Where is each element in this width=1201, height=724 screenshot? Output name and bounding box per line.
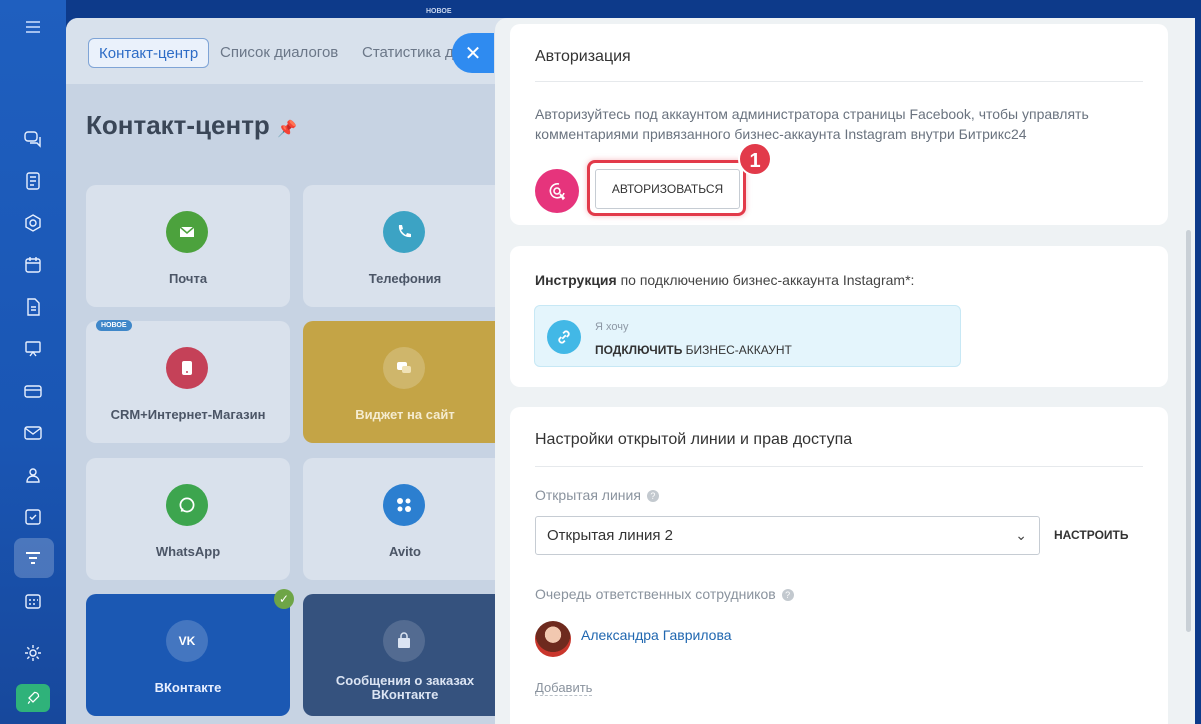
help-icon[interactable]: ? [646,490,659,502]
tile-label: ВКонтакте [154,680,222,695]
authorization-description: Авторизуйтесь под аккаунтом администрато… [535,106,1089,142]
tile-whatsapp[interactable]: WhatsApp [86,458,290,580]
instagram-settings-slider: Авторизация Авторизуйтесь под аккаунтом … [495,18,1195,724]
chat-icon[interactable] [20,126,46,152]
connected-check-icon: ✓ [274,589,294,609]
tile-label: Сообщения о заказах ВКонтакте [335,673,475,702]
phone-icon [383,211,425,253]
instruction-card: Инструкция по подключению бизнес-аккаунт… [510,246,1168,387]
link-small-text: Я хочу [595,321,629,333]
presentation-icon[interactable] [20,336,46,362]
queue-user-link[interactable]: Александра Гаврилова [581,627,732,643]
settings-title: Настройки открытой линии и прав доступа [535,431,853,448]
feed-icon[interactable] [20,168,46,194]
tile-avito[interactable]: Avito [303,458,507,580]
shop-icon [166,347,208,389]
tab-dialog-list[interactable]: Список диалогов [210,38,348,68]
instagram-icon [535,169,579,213]
tile-vk-orders[interactable]: Сообщения о заказах ВКонтакте [303,594,507,716]
background-contact-center-page: Контакт-центр Список диалогов Статистика… [66,18,526,724]
open-line-settings-card: Настройки открытой линии и прав доступа … [510,407,1168,724]
authorization-title: Авторизация [535,48,631,65]
new-badge: НОВОЕ [96,320,132,331]
open-line-label: Открытая линия? [535,487,659,503]
connect-business-account-link[interactable]: Я хочу ПОДКЛЮЧИТЬ БИЗНЕС-АККАУНТ [534,305,961,367]
tab-statistics[interactable]: Статистика д [352,38,464,68]
authorize-button[interactable]: АВТОРИЗОВАТЬСЯ [595,169,740,209]
users-icon[interactable] [20,462,46,488]
tile-telephony[interactable]: Телефония [303,185,507,307]
rocket-icon[interactable] [16,684,50,712]
chevron-down-icon: ⌄ [1015,527,1027,543]
hexagon-icon[interactable] [20,210,46,236]
close-icon: ✕ [464,42,482,65]
pin-icon[interactable]: 📌 [277,121,297,138]
avito-icon [383,484,425,526]
mail-icon[interactable] [20,420,46,446]
setup-button[interactable]: НАСТРОИТЬ [1054,528,1129,542]
document-icon[interactable] [20,294,46,320]
schedule-icon[interactable] [20,588,46,614]
scrollbar[interactable] [1186,230,1191,632]
contact-center-icon[interactable] [20,545,46,571]
add-employee-link[interactable]: Добавить [535,680,593,696]
divider [535,81,1143,82]
tile-mail[interactable]: Почта [86,185,290,307]
tile-label: Почта [168,271,208,286]
tile-label: WhatsApp [155,544,221,559]
step-number-badge: 1 [738,142,772,176]
page-title: Контакт-центр 📌 [86,110,297,140]
queue-label: Очередь ответственных сотрудников? [535,586,794,602]
tile-site-widget[interactable]: Виджет на сайт [303,321,507,443]
tile-crm-shop[interactable]: CRM+Интернет-Магазин [86,321,290,443]
top-new-tag: НОВОЕ [426,8,452,15]
hamburger-menu-icon[interactable] [20,14,46,40]
authorization-card: Авторизация Авторизуйтесь под аккаунтом … [510,24,1168,225]
open-line-select[interactable]: Открытая линия 2 ⌄ [535,516,1040,555]
close-slider-button[interactable]: ✕ [452,33,494,73]
avatar [535,621,571,657]
calendar-icon[interactable] [20,252,46,278]
whatsapp-icon [166,484,208,526]
vk-icon: VK [166,620,208,662]
widget-chat-icon [383,347,425,389]
tile-label: Avito [388,544,422,559]
tile-vkontakte[interactable]: VK ВКонтакте [86,594,290,716]
help-icon[interactable]: ? [781,589,794,601]
settings-gear-icon[interactable] [20,640,46,666]
left-icon-rail [0,0,66,724]
instruction-text: Инструкция по подключению бизнес-аккаунт… [535,272,915,288]
tile-label: Виджет на сайт [355,407,455,422]
link-main-text: ПОДКЛЮЧИТЬ БИЗНЕС-АККАУНТ [595,343,792,357]
shopping-bag-icon [383,620,425,662]
link-icon [547,320,581,354]
divider [535,466,1143,467]
tile-label: Телефония [368,271,442,286]
tab-contact-center[interactable]: Контакт-центр [88,38,210,68]
tasks-icon[interactable] [20,504,46,530]
tile-label: CRM+Интернет-Магазин [110,407,266,422]
card-icon[interactable] [20,378,46,404]
mail-icon [166,211,208,253]
